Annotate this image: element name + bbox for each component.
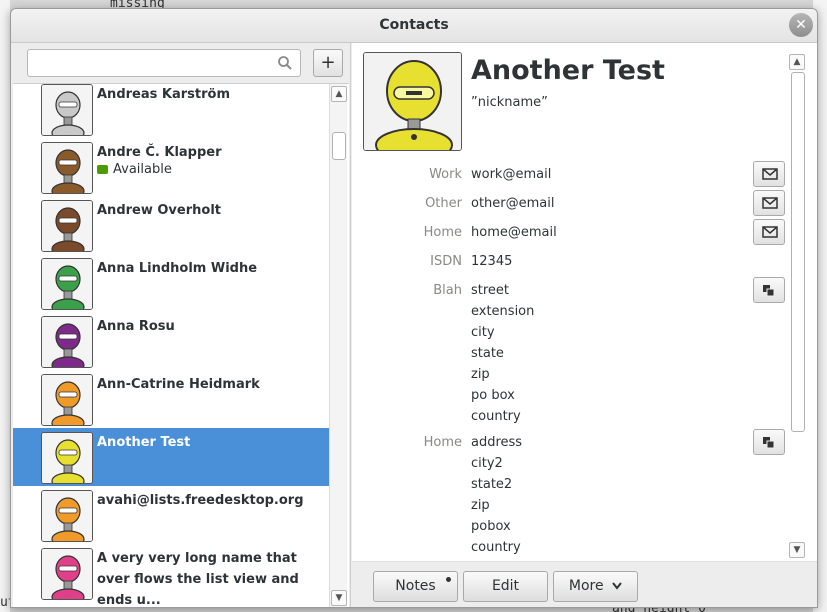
more-button-label: More (568, 578, 604, 594)
contact-avatar[interactable] (363, 52, 462, 151)
field-value[interactable]: 12345 (471, 254, 512, 269)
contact-list: Andreas Karström Andre Č. Klapper Availabl… (13, 83, 349, 607)
contacts-window: Contacts ✕ + Andreas Karström Andre Č. Kl… (10, 8, 818, 608)
send-email-button[interactable] (753, 190, 785, 216)
contact-nickname: ”nickname” (471, 95, 548, 110)
contact-list-item[interactable]: Andrew Overholt (13, 196, 329, 254)
scroll-down-arrow[interactable]: ▼ (331, 590, 347, 606)
contact-list-scrollbar[interactable]: ▲ ▼ (329, 84, 347, 607)
field-value[interactable]: work@email (471, 167, 551, 182)
contact-list-pane: + Andreas Karström Andre Č. Klapper Availa… (11, 43, 351, 607)
window-title: Contacts (379, 17, 449, 33)
contact-presence: Available (97, 162, 172, 177)
field-value[interactable]: state (471, 346, 504, 361)
add-contact-button[interactable]: + (313, 49, 343, 77)
field-value[interactable]: country (471, 409, 521, 424)
close-icon: ✕ (795, 17, 807, 33)
send-email-button[interactable] (753, 161, 785, 187)
contact-avatar-icon (41, 84, 93, 136)
field-value[interactable]: city (471, 325, 495, 340)
detail-toolbar: Notes Edit More (352, 561, 817, 607)
copy-address-button[interactable] (753, 429, 785, 455)
contact-avatar-icon (41, 258, 93, 310)
field-value[interactable]: other@email (471, 196, 554, 211)
contact-avatar-icon (41, 316, 93, 368)
chevron-down-icon (608, 578, 622, 594)
contact-detail-pane: Another Test ”nickname” Work work@email Ot… (352, 43, 817, 607)
contact-list-item[interactable]: avahi@lists.freedesktop.org (13, 486, 329, 544)
contact-avatar-icon (41, 142, 93, 194)
send-email-button[interactable] (753, 219, 785, 245)
contact-list-item[interactable]: A very very long name that over flows th… (13, 544, 329, 607)
contact-name: A very very long name that over flows th… (97, 551, 299, 607)
more-button[interactable]: More (553, 571, 638, 602)
field-label: Other (425, 196, 462, 211)
edit-button[interactable]: Edit (463, 571, 548, 602)
field-value[interactable]: home@email (471, 225, 557, 240)
detail-scrollbar[interactable]: ▲ ▼ (788, 52, 808, 560)
field-label: Home (423, 225, 462, 240)
field-label: Blah (433, 283, 462, 298)
contact-list-item[interactable]: Anna Rosu (13, 312, 329, 370)
title-bar[interactable]: Contacts ✕ (11, 9, 817, 43)
background-terminal-left (0, 0, 10, 612)
contact-name: Ann-Catrine Heidmark (97, 377, 260, 392)
scroll-thumb[interactable] (332, 132, 346, 160)
field-value[interactable]: country (471, 540, 521, 555)
field-value[interactable]: state2 (471, 477, 512, 492)
field-value[interactable]: po box (471, 388, 515, 403)
field-label: Home (423, 435, 462, 450)
notes-indicator-icon (446, 577, 451, 582)
field-value[interactable]: pobox (471, 519, 511, 534)
contact-list-items: Andreas Karström Andre Č. Klapper Availabl… (13, 84, 329, 607)
presence-available-icon (97, 165, 108, 174)
contact-name: Andreas Karström (97, 87, 230, 102)
contact-list-item[interactable]: Anna Lindholm Widhe (13, 254, 329, 312)
field-value[interactable]: address (471, 435, 522, 450)
contact-name: Anna Lindholm Widhe (97, 261, 258, 276)
field-value[interactable]: extension (471, 304, 534, 319)
contact-name: Andre Č. Klapper (97, 145, 222, 160)
contact-avatar-icon (41, 200, 93, 252)
notes-button-label: Notes (395, 578, 436, 594)
contact-avatar-icon (41, 432, 93, 484)
detail-scroll-thumb[interactable] (791, 72, 805, 432)
contact-list-item[interactable]: Ann-Catrine Heidmark (13, 370, 329, 428)
presence-label: Available (113, 162, 172, 177)
field-label: ISDN (430, 254, 462, 269)
contact-list-item[interactable]: Another Test (13, 428, 329, 486)
field-value[interactable]: street (471, 283, 509, 298)
contact-name: Another Test (97, 435, 191, 450)
field-value[interactable]: zip (471, 498, 490, 513)
contact-full-name: Another Test (471, 55, 665, 86)
detail-scroll-up-arrow[interactable]: ▲ (789, 54, 805, 70)
copy-address-button[interactable] (753, 277, 785, 303)
contact-name: avahi@lists.freedesktop.org (97, 493, 304, 508)
contact-list-item[interactable]: Andreas Karström (13, 84, 329, 138)
notes-button[interactable]: Notes (373, 571, 458, 602)
contact-name: Andrew Overholt (97, 203, 221, 218)
field-value[interactable]: city2 (471, 456, 503, 471)
contact-avatar-icon (41, 374, 93, 426)
search-icon (277, 55, 293, 71)
contact-list-item[interactable]: Andre Č. Klapper Available (13, 138, 329, 196)
contact-avatar-icon (41, 490, 93, 542)
contact-avatar-icon (41, 548, 93, 600)
add-icon: + (320, 52, 336, 73)
field-label: Work (429, 167, 462, 182)
close-button[interactable]: ✕ (789, 13, 813, 37)
search-input[interactable] (27, 49, 301, 77)
field-value[interactable]: zip (471, 367, 490, 382)
detail-scroll-down-arrow[interactable]: ▼ (789, 542, 805, 558)
edit-button-label: Edit (491, 578, 520, 594)
contact-name: Anna Rosu (97, 319, 175, 334)
scroll-up-arrow[interactable]: ▲ (331, 86, 347, 102)
